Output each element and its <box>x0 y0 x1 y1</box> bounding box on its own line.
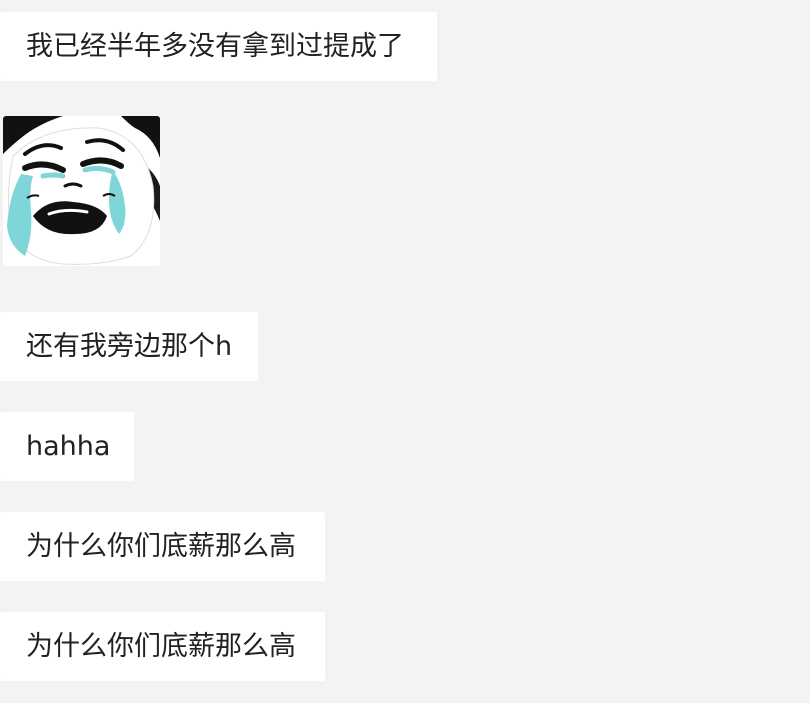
message-text: hahha <box>26 431 111 462</box>
message-text: 我已经半年多没有拿到过提成了 <box>26 31 404 62</box>
message-bubble[interactable]: 还有我旁边那个h <box>0 312 258 381</box>
message-text: 为什么你们底薪那么高 <box>26 531 296 562</box>
message-bubble[interactable]: hahha <box>0 412 134 481</box>
chat-message-list: 我已经半年多没有拿到过提成了 还有我旁边那个h hahha 为什么你们底薪那么高… <box>0 0 810 703</box>
message-bubble[interactable]: 我已经半年多没有拿到过提成了 <box>0 12 437 81</box>
message-bubble[interactable]: 为什么你们底薪那么高 <box>0 612 325 681</box>
crying-panda-sticker[interactable] <box>3 116 160 266</box>
crying-panda-icon <box>3 116 160 266</box>
message-text: 为什么你们底薪那么高 <box>26 631 296 662</box>
message-text: 还有我旁边那个h <box>26 331 233 362</box>
message-bubble[interactable]: 为什么你们底薪那么高 <box>0 512 325 581</box>
